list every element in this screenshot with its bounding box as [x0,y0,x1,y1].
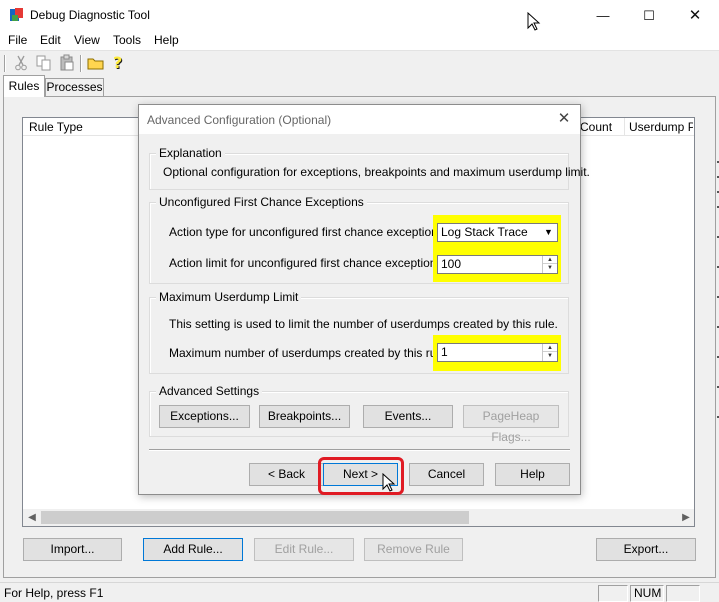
max-userdumps-value: 1 [441,345,448,359]
scroll-right-arrow-icon[interactable]: ▶ [678,510,694,525]
close-button[interactable]: ✕ [672,0,718,31]
breakpoints-button[interactable]: Breakpoints... [259,405,350,428]
toolbar-separator [4,55,6,72]
title-bar: Debug Diagnostic Tool — ☐ ✕ [0,0,719,31]
status-pane-empty [598,585,628,602]
folder-icon[interactable] [87,54,105,72]
explanation-text: Optional configuration for exceptions, b… [163,165,590,179]
userdump-limit-group: Maximum Userdump Limit This setting is u… [149,290,569,374]
exceptions-button[interactable]: Exceptions... [159,405,250,428]
minimize-button[interactable]: — [580,0,626,31]
column-header-userdump-path[interactable]: Userdump Pat [629,120,693,134]
toolbar-separator [80,55,82,72]
dialog-title-bar: Advanced Configuration (Optional) ✕ [139,105,580,134]
edit-rule-button: Edit Rule... [254,538,354,561]
tab-rules[interactable]: Rules [3,75,45,97]
spin-up-icon[interactable]: ▲ [543,256,557,264]
remove-rule-button: Remove Rule [364,538,463,561]
spin-down-icon[interactable]: ▼ [543,264,557,272]
tab-processes[interactable]: Processes [45,78,104,97]
status-pane-num: NUM [630,585,664,602]
menu-help[interactable]: Help [154,33,179,47]
copy-icon[interactable] [35,54,53,72]
status-text: For Help, press F1 [4,586,104,600]
spin-up-icon[interactable]: ▲ [543,344,557,352]
mouse-pointer-icon [527,12,541,31]
advanced-settings-group: Advanced Settings Exceptions... Breakpoi… [149,384,569,444]
scrollbar-thumb[interactable] [41,511,469,524]
column-header-rule-type[interactable]: Rule Type [29,120,83,134]
svg-text:?: ? [113,54,122,72]
menu-view[interactable]: View [74,33,100,47]
window-title: Debug Diagnostic Tool [30,8,150,22]
max-userdumps-spinner[interactable]: 1 ▲ ▼ [437,343,558,362]
app-icon [10,8,23,21]
userdump-limit-text: This setting is used to limit the number… [169,317,558,331]
spinner-buttons[interactable]: ▲ ▼ [542,256,557,273]
menu-bar: File Edit View Tools Help [0,31,719,51]
events-button[interactable]: Events... [363,405,453,428]
side-scroll-markers [717,161,719,418]
pageheap-flags-button: PageHeap Flags... [463,405,559,444]
action-limit-value: 100 [441,257,462,271]
action-type-dropdown[interactable]: Log Stack Trace ▼ [437,223,558,242]
action-limit-label: Action limit for unconfigured first chan… [169,256,446,270]
dialog-separator [149,449,570,451]
userdump-limit-group-label: Maximum Userdump Limit [156,290,302,304]
status-pane-empty [666,585,700,602]
spin-down-icon[interactable]: ▼ [543,352,557,360]
paste-icon[interactable] [58,54,76,72]
menu-edit[interactable]: Edit [40,33,61,47]
advanced-configuration-dialog: Advanced Configuration (Optional) ✕ Expl… [138,104,590,495]
explanation-group-label: Explanation [156,146,225,160]
dialog-title: Advanced Configuration (Optional) [147,113,332,127]
import-button[interactable]: Import... [23,538,122,561]
mouse-pointer-icon [382,473,396,492]
column-divider[interactable] [624,118,625,136]
column-header-count[interactable]: Count [580,120,612,134]
horizontal-scrollbar[interactable]: ◀ ▶ [23,509,694,526]
help-icon[interactable]: ? ? [110,54,128,72]
menu-file[interactable]: File [8,33,27,47]
help-button[interactable]: Help [495,463,570,486]
cancel-button[interactable]: Cancel [409,463,484,486]
action-type-label: Action type for unconfigured first chanc… [169,225,448,239]
spinner-buttons[interactable]: ▲ ▼ [542,344,557,361]
first-chance-exceptions-group: Unconfigured First Chance Exceptions Act… [149,195,569,284]
cut-icon[interactable] [12,54,30,72]
advanced-settings-group-label: Advanced Settings [156,384,263,398]
menu-tools[interactable]: Tools [113,33,141,47]
toolbar: ? ? [0,52,719,74]
dialog-close-button[interactable]: ✕ [553,109,575,131]
first-chance-group-label: Unconfigured First Chance Exceptions [156,195,367,209]
status-bar: For Help, press F1 NUM [0,582,719,602]
scroll-left-arrow-icon[interactable]: ◀ [24,510,40,525]
back-button[interactable]: < Back [249,463,324,486]
action-type-value: Log Stack Trace [441,225,528,239]
explanation-group: Explanation Optional configuration for e… [149,146,590,190]
add-rule-button[interactable]: Add Rule... [143,538,243,561]
export-button[interactable]: Export... [596,538,696,561]
max-userdumps-label: Maximum number of userdumps created by t… [169,346,450,360]
maximize-button[interactable]: ☐ [626,0,672,31]
chevron-down-icon[interactable]: ▼ [541,225,556,240]
action-limit-spinner[interactable]: 100 ▲ ▼ [437,255,558,274]
